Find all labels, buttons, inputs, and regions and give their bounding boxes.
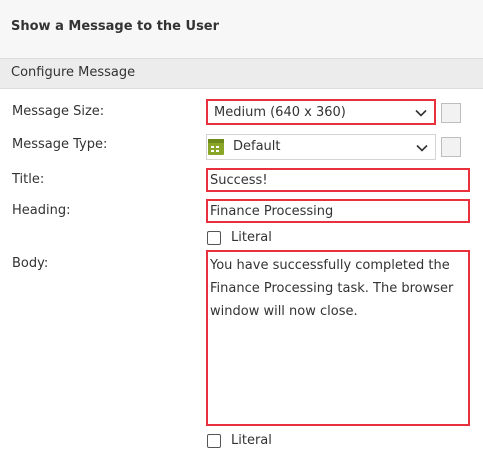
grid-app-icon bbox=[208, 139, 224, 155]
message-size-value: Medium (640 x 360) bbox=[214, 105, 346, 120]
heading-label: Heading: bbox=[12, 203, 71, 218]
body-literal-label: Literal bbox=[231, 433, 272, 448]
heading-literal-checkbox[interactable] bbox=[207, 231, 221, 245]
message-size-select[interactable]: Medium (640 x 360) bbox=[206, 99, 436, 125]
message-size-expression-button[interactable] bbox=[441, 103, 461, 123]
heading-value: Finance Processing bbox=[210, 204, 334, 219]
title-label: Title: bbox=[12, 172, 45, 187]
section-title: Configure Message bbox=[11, 65, 136, 80]
body-literal-checkbox[interactable] bbox=[207, 434, 221, 448]
message-type-expression-button[interactable] bbox=[441, 137, 461, 157]
message-type-select[interactable]: Default bbox=[206, 134, 436, 160]
title-value: Success! bbox=[210, 173, 268, 188]
message-size-label: Message Size: bbox=[12, 104, 105, 119]
dialog-header: Show a Message to the User bbox=[0, 0, 483, 59]
chevron-down-icon bbox=[415, 109, 427, 117]
message-type-value: Default bbox=[233, 139, 281, 154]
chevron-down-icon bbox=[416, 144, 428, 152]
body-label: Body: bbox=[12, 256, 49, 271]
body-textarea[interactable]: You have successfully completed the Fina… bbox=[206, 250, 470, 426]
title-input[interactable]: Success! bbox=[206, 168, 470, 192]
body-value: You have successfully completed the Fina… bbox=[210, 258, 454, 319]
heading-input[interactable]: Finance Processing bbox=[206, 199, 470, 223]
section-header: Configure Message bbox=[0, 58, 483, 89]
message-type-label: Message Type: bbox=[12, 137, 108, 152]
heading-literal-label: Literal bbox=[231, 230, 272, 245]
dialog-title: Show a Message to the User bbox=[11, 19, 220, 34]
